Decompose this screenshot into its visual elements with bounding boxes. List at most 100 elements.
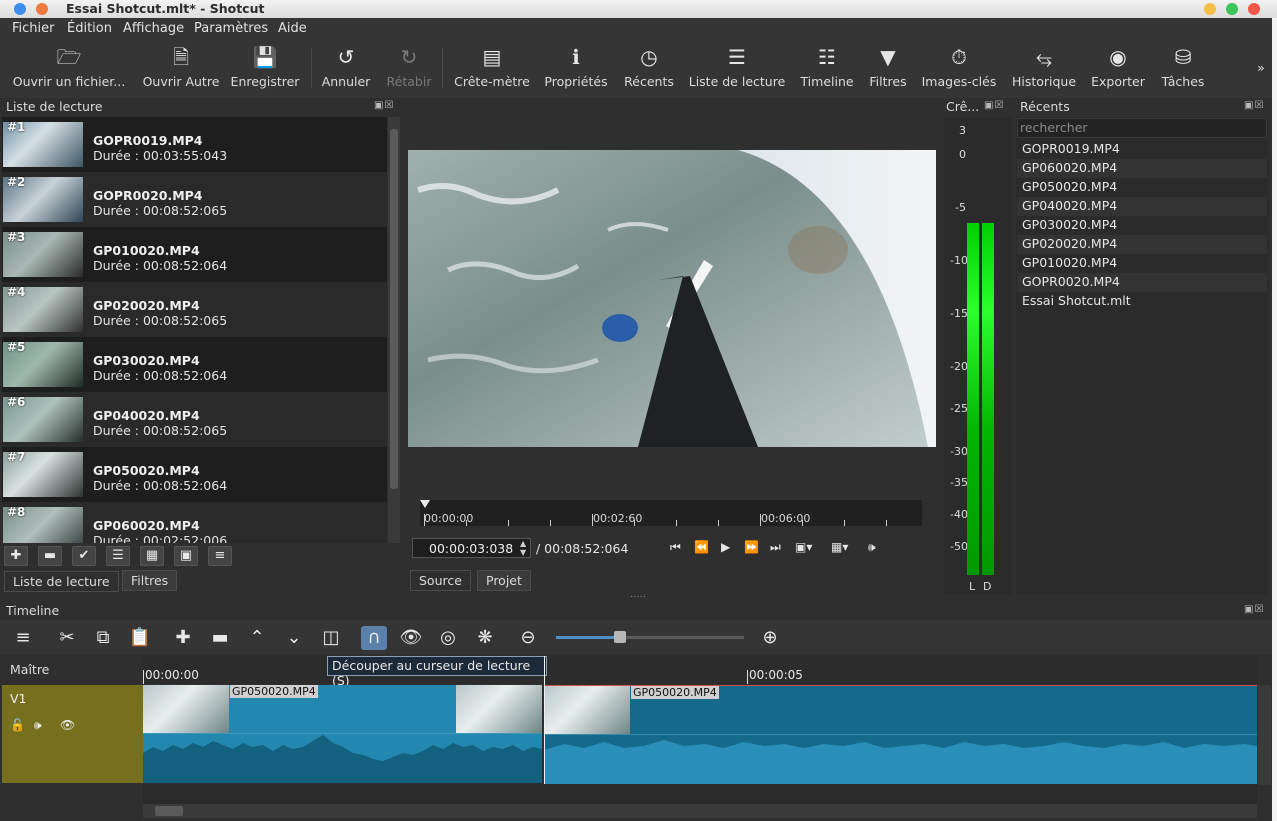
window-maximize-button[interactable] xyxy=(1226,3,1238,15)
overwrite-icon[interactable]: ⌄ xyxy=(281,626,307,650)
recent-item[interactable]: Essai Shotcut.mlt xyxy=(1017,292,1267,311)
player-scrubber[interactable]: 00:00:00 00:02:60 00:06:00 xyxy=(420,500,922,526)
skip-next-icon[interactable]: ⏭ xyxy=(770,540,781,555)
keyframes-button[interactable]: ⏱ Images-clés xyxy=(921,44,997,94)
recent-item[interactable]: GOPR0019.MP4 xyxy=(1017,140,1267,159)
save-button[interactable]: 💾 Enregistrer xyxy=(229,44,301,94)
timeline-ruler[interactable]: 00:00:00 00:00:05 xyxy=(143,656,1257,684)
timeline-button[interactable]: ☷ Timeline xyxy=(798,44,856,94)
grid-icon[interactable]: ▦▾ xyxy=(831,540,848,554)
menu-parametres[interactable]: Paramètres xyxy=(194,21,268,36)
playlist-update-button[interactable]: ✔ xyxy=(72,546,96,566)
window-close-icon[interactable] xyxy=(14,3,26,15)
timeline-clip-selected[interactable]: GP050020.MP4 xyxy=(544,685,1257,784)
playlist-item[interactable]: #7 GP050020.MP4 Durée : 00:08:52:064 xyxy=(2,447,387,502)
scrub-eye-icon[interactable]: 👁 xyxy=(398,626,424,650)
peak-meter-button[interactable]: ▤ Crête-mètre xyxy=(452,44,532,94)
hide-eye-icon[interactable]: 👁 xyxy=(60,718,75,732)
properties-button[interactable]: ℹ Propriétés xyxy=(543,44,609,94)
playlist-tiles-view-button[interactable]: ▦ xyxy=(140,546,164,566)
append-icon[interactable]: ✚ xyxy=(170,626,196,650)
panel-float-close-icon[interactable]: ▣☒ xyxy=(984,100,1004,111)
playlist-item[interactable]: #2 GOPR0020.MP4 Durée : 00:08:52:065 xyxy=(2,172,387,227)
playlist-scrollbar[interactable] xyxy=(388,117,400,543)
skip-previous-icon[interactable]: ⏮ xyxy=(670,540,681,555)
zoom-in-icon[interactable]: ⊕ xyxy=(757,626,783,650)
snap-magnet-icon[interactable]: ∩ xyxy=(361,626,387,650)
recent-item[interactable]: GP020020.MP4 xyxy=(1017,235,1267,254)
panel-float-close-icon[interactable]: ▣☒ xyxy=(1244,100,1264,111)
ripple-all-icon[interactable]: ❋ xyxy=(472,626,498,650)
mute-icon[interactable]: 🕪 xyxy=(34,718,42,733)
recent-item[interactable]: GP050020.MP4 xyxy=(1017,178,1267,197)
timeline-clip[interactable]: GP050020.MP4 xyxy=(143,685,542,783)
recent-item[interactable]: GP040020.MP4 xyxy=(1017,197,1267,216)
timeline-vertical-scrollbar[interactable] xyxy=(1258,685,1271,785)
window-close-button[interactable] xyxy=(1248,3,1260,15)
tab-filters[interactable]: Filtres xyxy=(122,570,178,591)
timeline-playhead[interactable] xyxy=(544,656,545,804)
recent-item[interactable]: GP010020.MP4 xyxy=(1017,254,1267,273)
fast-forward-icon[interactable]: ⏩ xyxy=(744,540,759,554)
tab-playlist[interactable]: Liste de lecture xyxy=(4,571,119,592)
playlist-item[interactable]: #5 GP030020.MP4 Durée : 00:08:52:064 xyxy=(2,337,387,392)
playlist-button[interactable]: ☰ Liste de lecture xyxy=(688,44,786,94)
playlist-item[interactable]: #6 GP040020.MP4 Durée : 00:08:52:065 xyxy=(2,392,387,447)
export-button[interactable]: ◉ Exporter xyxy=(1089,44,1147,94)
splitter-handle[interactable]: ····· xyxy=(630,592,646,603)
menu-fichier[interactable]: Fichier xyxy=(12,21,55,36)
zoom-slider[interactable] xyxy=(556,631,744,643)
play-icon[interactable]: ▶ xyxy=(721,540,730,554)
open-file-button[interactable]: 🗁 Ouvrir un fichier... xyxy=(10,44,128,94)
undo-button[interactable]: ↺ Annuler xyxy=(320,44,372,94)
menu-affichage[interactable]: Affichage xyxy=(123,21,184,36)
master-track-header[interactable]: Maître xyxy=(2,656,143,684)
playlist-add-button[interactable]: ✚ xyxy=(4,546,28,566)
v1-track-header[interactable]: V1 🔓 🕪 👁 xyxy=(2,685,143,783)
lift-icon[interactable]: ⌃ xyxy=(244,626,270,650)
recent-search-input[interactable]: rechercher xyxy=(1017,118,1267,138)
rewind-icon[interactable]: ⏪ xyxy=(694,540,709,554)
filters-button[interactable]: ▼ Filtres xyxy=(866,44,910,94)
menu-aide[interactable]: Aide xyxy=(278,21,307,36)
timeline-horizontal-scrollbar[interactable] xyxy=(143,804,1257,818)
jobs-button[interactable]: ⛁ Tâches xyxy=(1157,44,1209,94)
playlist-item[interactable]: #3 GP010020.MP4 Durée : 00:08:52:064 xyxy=(2,227,387,282)
playlist-menu-button[interactable]: ≡ xyxy=(208,546,232,566)
tab-source[interactable]: Source xyxy=(410,570,471,591)
playlist-remove-button[interactable]: ▬ xyxy=(38,546,62,566)
zoom-out-icon[interactable]: ⊖ xyxy=(515,626,541,650)
recent-item[interactable]: GP030020.MP4 xyxy=(1017,216,1267,235)
playhead-icon[interactable] xyxy=(420,500,430,508)
remove-icon[interactable]: ▬ xyxy=(207,626,233,650)
playlist-details-view-button[interactable]: ☰ xyxy=(106,546,130,566)
playlist-item[interactable]: #8 GP060020.MP4 Durée : 00:02:52:006 xyxy=(2,502,387,543)
lock-icon[interactable]: 🔓 xyxy=(10,718,25,732)
open-other-button[interactable]: 🗎 Ouvrir Autre xyxy=(138,44,224,94)
recent-item[interactable]: GOPR0020.MP4 xyxy=(1017,273,1267,292)
menu-edition[interactable]: Édition xyxy=(67,21,112,36)
window-minimize-icon[interactable] xyxy=(36,3,48,15)
window-minimize-button[interactable] xyxy=(1204,3,1216,15)
history-button[interactable]: ⥃ Historique xyxy=(1009,44,1079,94)
panel-float-close-icon[interactable]: ▣☒ xyxy=(1244,604,1264,615)
scrollbar-thumb[interactable] xyxy=(390,129,398,489)
timecode-spinner-icon[interactable]: ▲ ▼ xyxy=(520,539,526,557)
cut-icon[interactable]: ✂ xyxy=(54,626,80,650)
ripple-icon[interactable]: ◎ xyxy=(435,626,461,650)
scrollbar-thumb[interactable] xyxy=(155,806,183,816)
playlist-item[interactable]: #1 GOPR0019.MP4 Durée : 00:03:55:043 xyxy=(2,117,387,172)
recent-button[interactable]: ◷ Récents xyxy=(622,44,676,94)
copy-icon[interactable]: ⧉ xyxy=(90,626,116,650)
zoom-fit-icon[interactable]: ▣▾ xyxy=(795,540,812,554)
split-icon[interactable]: ◫ xyxy=(318,626,344,650)
timeline-menu-icon[interactable]: ≡ xyxy=(10,626,36,650)
redo-button[interactable]: ↻ Rétabir xyxy=(383,44,435,94)
zoom-slider-handle[interactable] xyxy=(614,631,626,643)
playlist-item[interactable]: #4 GP020020.MP4 Durée : 00:08:52:065 xyxy=(2,282,387,337)
volume-icon[interactable]: 🕪 xyxy=(868,540,876,555)
paste-icon[interactable]: 📋 xyxy=(127,626,153,650)
panel-float-close-icon[interactable]: ▣☒ xyxy=(374,100,394,111)
tab-project[interactable]: Projet xyxy=(477,570,531,591)
playlist-icons-view-button[interactable]: ▣ xyxy=(174,546,198,566)
